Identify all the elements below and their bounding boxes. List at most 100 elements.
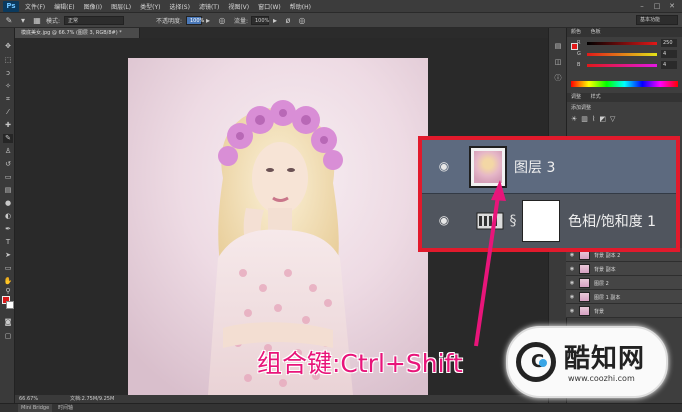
layer-row[interactable]: ◉ 图层 1 副本 [566, 290, 682, 304]
quick-mask-icon[interactable]: ◙ [3, 318, 13, 327]
link-icon[interactable]: § [508, 212, 518, 230]
layers-list: ◉ 背景 副本 2 ◉ 背景 副本 ◉ 图层 2 ◉ 图层 1 副本 ◉ 背景 [566, 248, 682, 318]
slider-b-value[interactable]: 4 [661, 61, 677, 69]
slider-r-label: R [577, 40, 581, 46]
maximize-button[interactable]: □ [651, 2, 663, 11]
layer-row[interactable]: ◉ 背景 [566, 304, 682, 318]
eye-icon[interactable]: ◉ [569, 294, 575, 300]
workspace-select[interactable]: 基本功能 [636, 15, 678, 25]
dodge-icon[interactable]: ◐ [3, 212, 13, 221]
brush-size-picker-icon[interactable]: ▾ [18, 16, 28, 25]
annotation-text: 组合键:Ctrl+Shift [257, 349, 463, 378]
history-panel-icon[interactable]: ▤ [553, 42, 563, 51]
tab-swatches[interactable]: 色板 [591, 29, 601, 35]
brush-tool-icon[interactable]: ✎ [3, 134, 13, 143]
zoom-icon[interactable]: ⚲ [3, 287, 13, 296]
opacity-input[interactable]: 100% [186, 16, 204, 25]
type-icon[interactable]: T [3, 238, 13, 247]
pen-icon[interactable]: ✒ [3, 225, 13, 234]
toolbox: ✥ ⬚ ↄ ✧ ⌗ ⁄ ✚ ✎ ♙ ↺ ▭ ▤ ● ◐ ✒ T ➤ ▭ ✋ ⚲ … [0, 28, 15, 403]
pressure-size-icon[interactable]: ◎ [297, 16, 307, 25]
blur-icon[interactable]: ● [3, 199, 13, 208]
brush-panel-icon[interactable]: ▦ [32, 16, 42, 25]
menu-select[interactable]: 选择(S) [169, 2, 190, 11]
tab-adjustments[interactable]: 调整 [571, 94, 581, 100]
history-brush-icon[interactable]: ↺ [3, 160, 13, 169]
layer-row[interactable]: ◉ 图层 2 [566, 276, 682, 290]
tab-mini-bridge[interactable]: Mini Bridge [18, 404, 53, 412]
layer-thumbnail [469, 146, 507, 188]
menu-file[interactable]: 文件(F) [25, 2, 45, 11]
menu-view[interactable]: 视图(V) [228, 2, 249, 11]
slider-g[interactable]: G 4 [577, 50, 678, 59]
tab-color[interactable]: 颜色 [571, 29, 581, 35]
minimize-button[interactable]: – [636, 2, 648, 11]
tab-timeline[interactable]: 时间轴 [58, 404, 73, 412]
curves-icon[interactable]: ⌇ [592, 115, 595, 123]
color-panel: R 250 G 4 B 4 [567, 39, 682, 79]
marquee-icon[interactable]: ⬚ [3, 56, 13, 65]
slider-b[interactable]: B 4 [577, 61, 678, 70]
eye-icon[interactable]: ◉ [569, 266, 575, 272]
layer-row[interactable]: ◉ 背景 副本 [566, 262, 682, 276]
zoom-level[interactable]: 66.67% [19, 395, 38, 403]
levels-icon[interactable]: ▥ [581, 115, 588, 123]
slider-r-bar[interactable] [587, 42, 657, 45]
clone-stamp-icon[interactable]: ♙ [3, 147, 13, 156]
flow-input[interactable]: 100% [251, 16, 269, 25]
background-color-swatch[interactable] [6, 301, 14, 309]
gradient-icon[interactable]: ▤ [3, 186, 13, 195]
eye-icon[interactable]: ◉ [569, 280, 575, 286]
color-spectrum-ramp[interactable] [571, 81, 678, 87]
eye-icon[interactable]: ◉ [436, 159, 452, 173]
tab-styles[interactable]: 样式 [591, 94, 601, 100]
eraser-icon[interactable]: ▭ [3, 173, 13, 182]
info-panel-icon[interactable]: ⓘ [553, 74, 563, 83]
menu-type[interactable]: 类型(Y) [140, 2, 160, 11]
menu-image[interactable]: 图像(I) [84, 2, 102, 11]
close-button[interactable]: ✕ [666, 2, 678, 11]
brightness-icon[interactable]: ☀ [571, 115, 577, 123]
slider-g-value[interactable]: 4 [661, 50, 677, 58]
flow-dropdown-icon[interactable]: ▸ [270, 16, 280, 25]
move-icon[interactable]: ✥ [3, 42, 13, 51]
menu-help[interactable]: 帮助(H) [290, 2, 311, 11]
properties-panel-icon[interactable]: ◫ [553, 58, 563, 67]
mode-select[interactable]: 正常 [64, 16, 124, 25]
eyedropper-icon[interactable]: ⁄ [3, 108, 13, 117]
layer-thumbnail [579, 306, 590, 316]
slider-r[interactable]: R 250 [577, 39, 678, 48]
mode-label: 模式: [46, 18, 61, 25]
coozhi-logo: C [516, 342, 556, 382]
crop-icon[interactable]: ⌗ [3, 95, 13, 104]
brush-icon[interactable]: ✎ [4, 16, 14, 25]
hand-icon[interactable]: ✋ [3, 277, 13, 286]
screen-mode-icon[interactable]: ▢ [3, 332, 13, 341]
slider-b-bar[interactable] [587, 64, 657, 67]
menu-window[interactable]: 窗口(W) [258, 2, 281, 11]
document-size: 文档:2.75M/9.25M [70, 396, 115, 402]
shape-icon[interactable]: ▭ [3, 264, 13, 273]
exposure-icon[interactable]: ◩ [599, 115, 606, 123]
layer-row-selected[interactable]: ◉ 图层 3 [422, 140, 676, 194]
menu-edit[interactable]: 编辑(E) [54, 2, 74, 11]
menu-layer[interactable]: 图层(L) [111, 2, 131, 11]
slider-g-bar[interactable] [587, 53, 657, 56]
slider-r-value[interactable]: 250 [661, 39, 677, 47]
document-tab[interactable]: 模底美女.jpg @ 66.7% (图层 3, RGB/8#) * [15, 28, 140, 38]
pressure-opacity-icon[interactable]: ◎ [217, 16, 227, 25]
airbrush-icon[interactable]: ø [283, 16, 293, 25]
vibrance-icon[interactable]: ▽ [610, 115, 615, 123]
quick-select-icon[interactable]: ✧ [3, 82, 13, 91]
eye-icon[interactable]: ◉ [436, 213, 452, 227]
eye-icon[interactable]: ◉ [569, 252, 575, 258]
opacity-dropdown-icon[interactable]: ▸ [203, 16, 213, 25]
bottom-panel-tabs: Mini Bridge 时间轴 [0, 403, 682, 412]
healing-brush-icon[interactable]: ✚ [3, 121, 13, 130]
layer-row[interactable]: ◉ § 色相/饱和度 1 [422, 194, 676, 248]
layer-mask-thumbnail[interactable] [522, 200, 560, 242]
path-select-icon[interactable]: ➤ [3, 251, 13, 260]
lasso-icon[interactable]: ↄ [3, 69, 13, 78]
eye-icon[interactable]: ◉ [569, 308, 575, 314]
menu-filter[interactable]: 滤镜(T) [199, 2, 219, 11]
